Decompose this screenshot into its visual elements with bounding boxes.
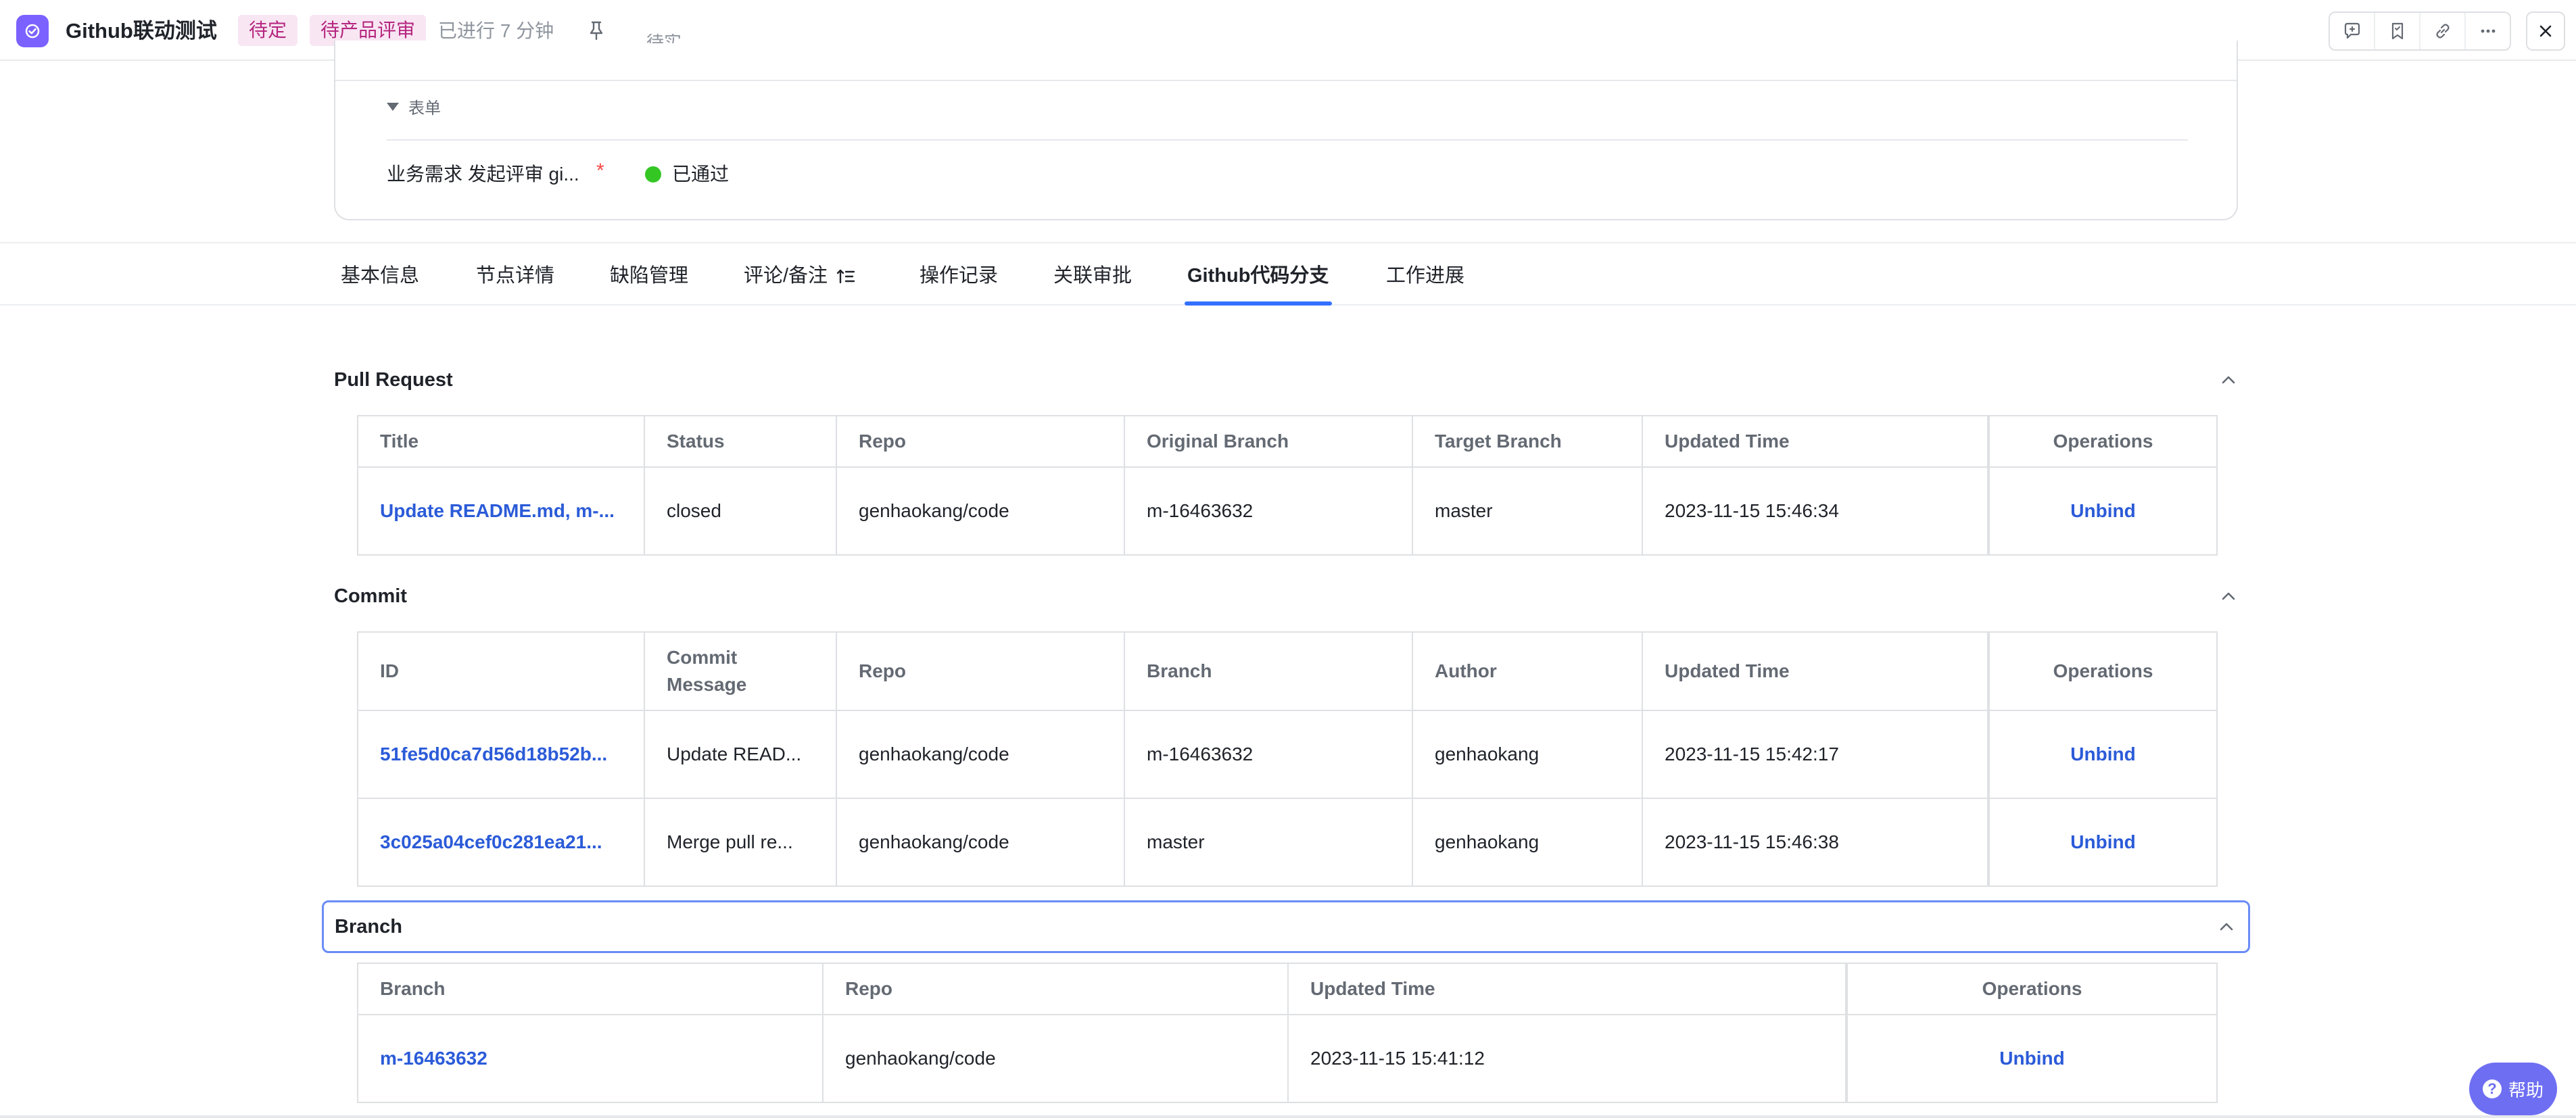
commit-id-link[interactable]: 51fe5d0ca7d56d18b52b... — [357, 710, 645, 799]
tab-work-progress[interactable]: 工作进展 — [1386, 262, 1464, 289]
table-header-row: Title Status Repo Original Branch Target… — [357, 415, 2218, 468]
table-cell: genhaokang/code — [836, 798, 1125, 887]
bottom-border — [0, 1115, 2576, 1118]
column-header: Repo — [836, 631, 1125, 711]
status-badge[interactable]: 待定 — [238, 15, 298, 46]
table-cell: 2023-11-15 15:41:12 — [1287, 1014, 1847, 1103]
table-cell: m-16463632 — [1124, 466, 1413, 556]
column-header: Original Branch — [1124, 415, 1413, 468]
section-title: Commit — [334, 585, 407, 607]
column-header: Repo — [836, 415, 1125, 468]
table-cell: master — [1124, 798, 1413, 887]
unbind-button[interactable]: Unbind — [1987, 798, 2218, 887]
unbind-button[interactable]: Unbind — [1845, 1014, 2218, 1103]
column-header: Updated Time — [1642, 415, 1989, 468]
table-cell: genhaokang — [1412, 710, 1643, 799]
unbind-button[interactable]: Unbind — [1987, 710, 2218, 799]
commit-id-link[interactable]: 3c025a04cef0c281ea21... — [357, 798, 645, 887]
column-header: Operations — [1987, 415, 2218, 468]
column-header: Target Branch — [1412, 415, 1643, 468]
chat-add-icon[interactable] — [2330, 13, 2375, 49]
table-cell: genhaokang/code — [822, 1014, 1289, 1103]
close-icon[interactable] — [2526, 11, 2565, 51]
table-cell: Update READ... — [644, 710, 837, 799]
table-cell: genhaokang/code — [836, 710, 1125, 799]
column-header: Branch — [1124, 631, 1413, 711]
table-cell: m-16463632 — [1124, 710, 1413, 799]
active-tab-indicator — [1185, 301, 1332, 306]
column-header: Updated Time — [1642, 631, 1989, 711]
pull-request-section-header[interactable]: Pull Request — [334, 361, 2238, 399]
commit-section-header[interactable]: Commit — [334, 577, 2238, 615]
unbind-button[interactable]: Unbind — [1987, 466, 2218, 556]
tab-github-branches[interactable]: Github代码分支 — [1187, 262, 1329, 289]
tab-comments-label: 评论/备注 — [744, 265, 828, 287]
chevron-up-icon[interactable] — [2217, 917, 2236, 936]
table-cell: genhaokang/code — [836, 466, 1125, 556]
approved-status-dot — [645, 166, 661, 183]
column-header: Commit Message — [644, 631, 837, 711]
pin-icon[interactable] — [586, 19, 607, 42]
table-cell: 2023-11-15 15:46:34 — [1642, 466, 1989, 556]
column-header: Repo — [822, 963, 1289, 1015]
chevron-up-icon[interactable] — [2219, 370, 2238, 389]
section-title: Branch — [335, 915, 402, 938]
column-header: Author — [1412, 631, 1643, 711]
pull-request-table: Title Status Repo Original Branch Target… — [357, 415, 2218, 556]
form-field-label: 业务需求 发起评审 gi... — [387, 164, 579, 185]
column-header: ID — [357, 631, 645, 711]
table-header-row: ID Commit Message Repo Branch Author Upd… — [357, 631, 2218, 711]
tab-basic-info[interactable]: 基本信息 — [341, 262, 419, 289]
table-cell: master — [1412, 466, 1643, 556]
divider — [335, 80, 2237, 81]
column-header: Branch — [357, 963, 824, 1015]
tab-related-approvals[interactable]: 关联审批 — [1053, 262, 1132, 289]
branch-table: Branch Repo Updated Time Operations m-16… — [357, 963, 2218, 1103]
page-title: Github联动测试 — [66, 19, 217, 43]
sort-icon[interactable] — [836, 266, 856, 287]
header-toolbar — [2329, 11, 2511, 51]
table-cell: 2023-11-15 15:46:38 — [1642, 798, 1989, 887]
required-mark: * — [596, 160, 604, 182]
form-section-label: 表单 — [408, 99, 441, 118]
tab-operation-log[interactable]: 操作记录 — [920, 262, 998, 289]
table-cell: closed — [644, 466, 837, 556]
table-cell: 2023-11-15 15:42:17 — [1642, 710, 1989, 799]
bookmark-icon[interactable] — [2375, 13, 2420, 49]
chevron-up-icon[interactable] — [2219, 587, 2238, 606]
tab-comments[interactable]: 评论/备注 — [744, 262, 856, 289]
table-cell: genhaokang — [1412, 798, 1643, 887]
form-card: 待实 表单 业务需求 发起评审 gi... * 已通过 — [334, 34, 2238, 220]
column-header: Status — [644, 415, 837, 468]
table-cell: Merge pull re... — [644, 798, 837, 887]
divider — [387, 139, 2188, 141]
tab-defects[interactable]: 缺陷管理 — [610, 262, 688, 289]
help-label: 帮助 — [2508, 1079, 2544, 1100]
table-row: m-16463632 genhaokang/code 2023-11-15 15… — [357, 1014, 2218, 1103]
help-button[interactable]: ? 帮助 — [2469, 1063, 2557, 1115]
check-circle-icon — [16, 15, 49, 47]
clipped-field-text: 待实 — [646, 34, 682, 43]
branch-section-header[interactable]: Branch — [322, 900, 2250, 953]
approved-status-text: 已通过 — [672, 164, 730, 185]
caret-down-icon — [387, 102, 399, 111]
column-header: Updated Time — [1287, 963, 1847, 1015]
table-row: Update README.md, m-... closed genhaokan… — [357, 466, 2218, 556]
more-icon[interactable] — [2466, 13, 2510, 49]
commit-table: ID Commit Message Repo Branch Author Upd… — [357, 631, 2218, 887]
form-section-toggle[interactable]: 表单 — [387, 95, 441, 118]
section-title: Pull Request — [334, 368, 453, 391]
column-header: Title — [357, 415, 645, 468]
help-icon: ? — [2482, 1079, 2502, 1098]
link-icon[interactable] — [2420, 13, 2466, 49]
tab-node-details[interactable]: 节点详情 — [476, 262, 554, 289]
branch-name-link[interactable]: m-16463632 — [357, 1014, 824, 1103]
table-row: 51fe5d0ca7d56d18b52b... Update READ... g… — [357, 710, 2218, 799]
column-header: Operations — [1845, 963, 2218, 1015]
tab-bar: 基本信息 节点详情 缺陷管理 评论/备注 操作记录 关联审批 Github代码分… — [0, 242, 2576, 306]
table-header-row: Branch Repo Updated Time Operations — [357, 963, 2218, 1015]
column-header: Operations — [1987, 631, 2218, 711]
table-row: 3c025a04cef0c281ea21... Merge pull re...… — [357, 798, 2218, 887]
pull-request-title-link[interactable]: Update README.md, m-... — [357, 466, 645, 556]
